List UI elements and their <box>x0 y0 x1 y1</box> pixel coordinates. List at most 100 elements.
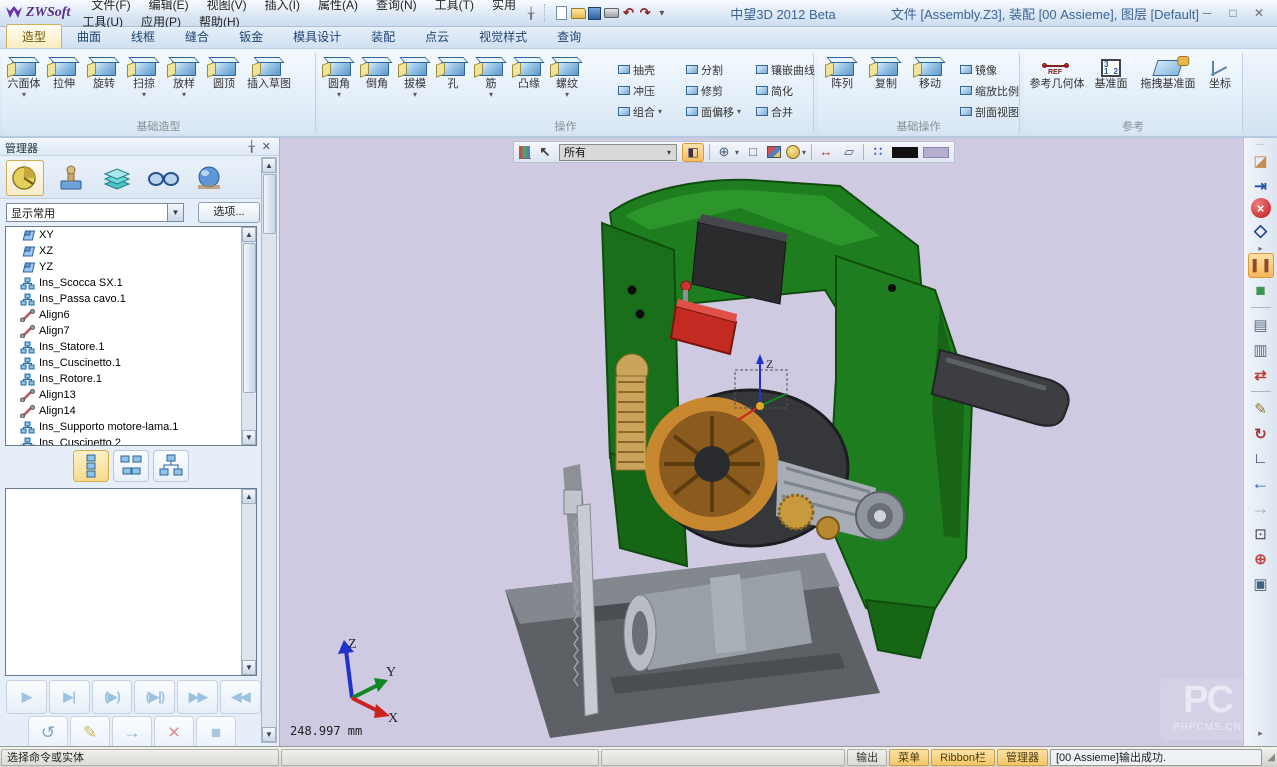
ribbon-tab[interactable]: 点云 <box>410 25 464 48</box>
scroll-up-icon[interactable]: ▲ <box>262 158 276 173</box>
menu-item[interactable]: 工具(T) <box>426 0 483 14</box>
fast-forward-button[interactable]: ▶▶ <box>177 680 218 714</box>
edit-button[interactable]: ✎ <box>70 716 110 746</box>
tree-item[interactable]: Ins_Scocca SX.1 <box>6 275 256 291</box>
filter-type-icon[interactable] <box>519 146 531 159</box>
menu-item[interactable]: 属性(A) <box>309 0 367 14</box>
ribbon-small-button[interactable]: 缩放比例 <box>960 83 1030 99</box>
display-globe-icon[interactable]: ▥ <box>1248 337 1274 362</box>
measure-distance-icon[interactable]: ↔ <box>817 142 835 162</box>
zoom-in-icon[interactable]: ⊕ <box>1248 546 1274 571</box>
manager-tab-layers[interactable] <box>98 160 136 196</box>
redo-button[interactable]: ↷ <box>638 4 653 22</box>
view-mode-list-button[interactable] <box>73 450 109 482</box>
pick-cursor-icon[interactable]: ↖ <box>536 142 554 162</box>
tree-item[interactable]: Ins_Passa cavo.1 <box>6 291 256 307</box>
color-cube-icon[interactable] <box>767 146 781 158</box>
ribbon-button[interactable]: 圆顶 ▾ <box>204 54 244 100</box>
menu-item[interactable]: 编辑(E) <box>140 0 198 14</box>
ribbon-button[interactable]: 孔 ▾ <box>434 54 472 100</box>
display-filter-dropdown[interactable]: 显示常用 ▼ <box>6 203 184 222</box>
output-toggle[interactable]: 输出 <box>847 749 887 766</box>
maximize-button[interactable]: □ <box>1225 6 1241 20</box>
pin-icon[interactable]: ╁ <box>528 7 535 20</box>
preview-list-box[interactable]: ▲ ▼ <box>5 488 257 676</box>
view-mode-tree-button[interactable] <box>113 450 149 482</box>
ribbon-tab[interactable]: 缝合 <box>170 25 224 48</box>
delete-button[interactable]: × <box>154 716 194 746</box>
rotate-view-icon[interactable]: ↻ <box>1248 421 1274 446</box>
view-mode-hierarchy-button[interactable] <box>153 450 189 482</box>
lavender-swatch[interactable] <box>923 147 949 158</box>
menu-toggle[interactable]: 菜单 <box>889 749 929 766</box>
pick-filter-icon[interactable]: ◇ <box>1248 218 1274 243</box>
shaded-mode-icon[interactable]: ⊕ <box>715 142 733 162</box>
tree-item[interactable]: Align6 <box>6 307 256 323</box>
ribbon-button[interactable]: 拉伸 ▾ <box>44 54 84 100</box>
tree-item[interactable]: YZ <box>6 259 256 275</box>
ribbon-button[interactable]: 螺纹 ▾ <box>548 54 586 100</box>
ribbon-button[interactable]: 六面体 ▾ <box>4 54 44 100</box>
save-button[interactable] <box>588 4 603 22</box>
tree-item[interactable]: Ins_Supporto motore-lama.1 <box>6 419 256 435</box>
tree-item[interactable]: Align14 <box>6 403 256 419</box>
solid-entity-icon[interactable]: ■ <box>1248 278 1274 303</box>
ribbon-tab[interactable]: 装配 <box>356 25 410 48</box>
ribbon-button[interactable]: 扫掠 ▾ <box>124 54 164 100</box>
step-loop-button[interactable]: (▶|) <box>134 680 175 714</box>
scroll-thumb[interactable] <box>243 243 256 393</box>
ribbon-tab[interactable]: 线框 <box>116 25 170 48</box>
tree-item[interactable]: XZ <box>6 243 256 259</box>
ribbon-small-button[interactable]: 抽壳 ▾ <box>618 62 678 78</box>
ribbon-button[interactable]: 拔模 ▾ <box>396 54 434 100</box>
separator[interactable] <box>1251 391 1271 392</box>
play-button[interactable]: ▶ <box>6 680 47 714</box>
ribbon-small-button[interactable]: 分割 ▾ <box>686 62 748 78</box>
ribbon-button[interactable]: 阵列 ▾ <box>820 54 864 100</box>
scroll-up-icon[interactable]: ▲ <box>242 489 256 504</box>
expand-toolbar-icon[interactable]: ▸ <box>1248 721 1274 746</box>
highlight-filter-button[interactable]: ◧ <box>682 143 704 162</box>
tree-item[interactable]: XY <box>6 227 256 243</box>
view-next-icon[interactable]: → <box>1248 496 1274 521</box>
align-plane-icon[interactable]: ∟ <box>1248 446 1274 471</box>
print-button[interactable] <box>604 4 619 22</box>
menu-item[interactable]: 视图(V) <box>198 0 256 14</box>
menu-item[interactable]: 文件(F) <box>82 0 139 14</box>
resize-grip-icon[interactable]: ◢ <box>1263 752 1277 763</box>
scroll-thumb[interactable] <box>263 174 276 234</box>
scroll-down-icon[interactable]: ▼ <box>242 430 256 445</box>
tree-scrollbar[interactable]: ▲ ▼ <box>241 227 256 445</box>
zoom-all-icon[interactable]: ⊡ <box>1248 521 1274 546</box>
stop-button[interactable]: ■ <box>196 716 236 746</box>
display-mode-icon[interactable]: ▤ <box>1248 312 1274 337</box>
scroll-down-icon[interactable]: ▼ <box>242 660 256 675</box>
play-loop-button[interactable]: (▶) <box>92 680 133 714</box>
datum-plane-button[interactable]: 312 基准面 <box>1088 54 1134 92</box>
chevron-down-icon[interactable]: ▾ <box>802 148 806 157</box>
ribbon-button[interactable]: 倒角 ▾ <box>358 54 396 100</box>
list-scrollbar[interactable]: ▲ ▼ <box>241 489 256 675</box>
flyout-arrow-icon[interactable]: ▸ <box>1248 243 1274 253</box>
swap-views-icon[interactable]: ⇄ <box>1248 362 1274 387</box>
ribbon-tab[interactable]: 查询 <box>542 25 596 48</box>
ribbon-small-button[interactable]: 冲压 ▾ <box>618 83 678 99</box>
ribbon-button[interactable]: 复制 ▾ <box>864 54 908 100</box>
step-forward-button[interactable]: ▶| <box>49 680 90 714</box>
sketch-icon[interactable]: ✎ <box>1248 396 1274 421</box>
chevron-down-icon[interactable]: ▾ <box>735 148 739 157</box>
ribbon-small-button[interactable]: 修剪 ▾ <box>686 83 748 99</box>
chevron-down-icon[interactable]: ▼ <box>167 204 183 221</box>
minimize-button[interactable]: ─ <box>1199 6 1215 20</box>
tree-item[interactable]: Ins_Cuscinetto.1 <box>6 355 256 371</box>
drag-datum-button[interactable]: 拖拽基准面 <box>1134 54 1202 92</box>
wireframe-mode-icon[interactable]: □ <box>744 142 762 162</box>
tree-item[interactable]: Align7 <box>6 323 256 339</box>
tree-item[interactable]: Ins_Rotore.1 <box>6 371 256 387</box>
footprints-icon[interactable]: ∷ <box>869 142 887 162</box>
black-swatch[interactable] <box>892 147 918 158</box>
measure-plane-icon[interactable]: ▱ <box>840 142 858 162</box>
csys-button[interactable]: 坐标 <box>1202 54 1238 92</box>
entity-filter-dropdown[interactable]: 所有 ▾ <box>559 144 677 161</box>
scroll-up-icon[interactable]: ▲ <box>242 227 256 242</box>
